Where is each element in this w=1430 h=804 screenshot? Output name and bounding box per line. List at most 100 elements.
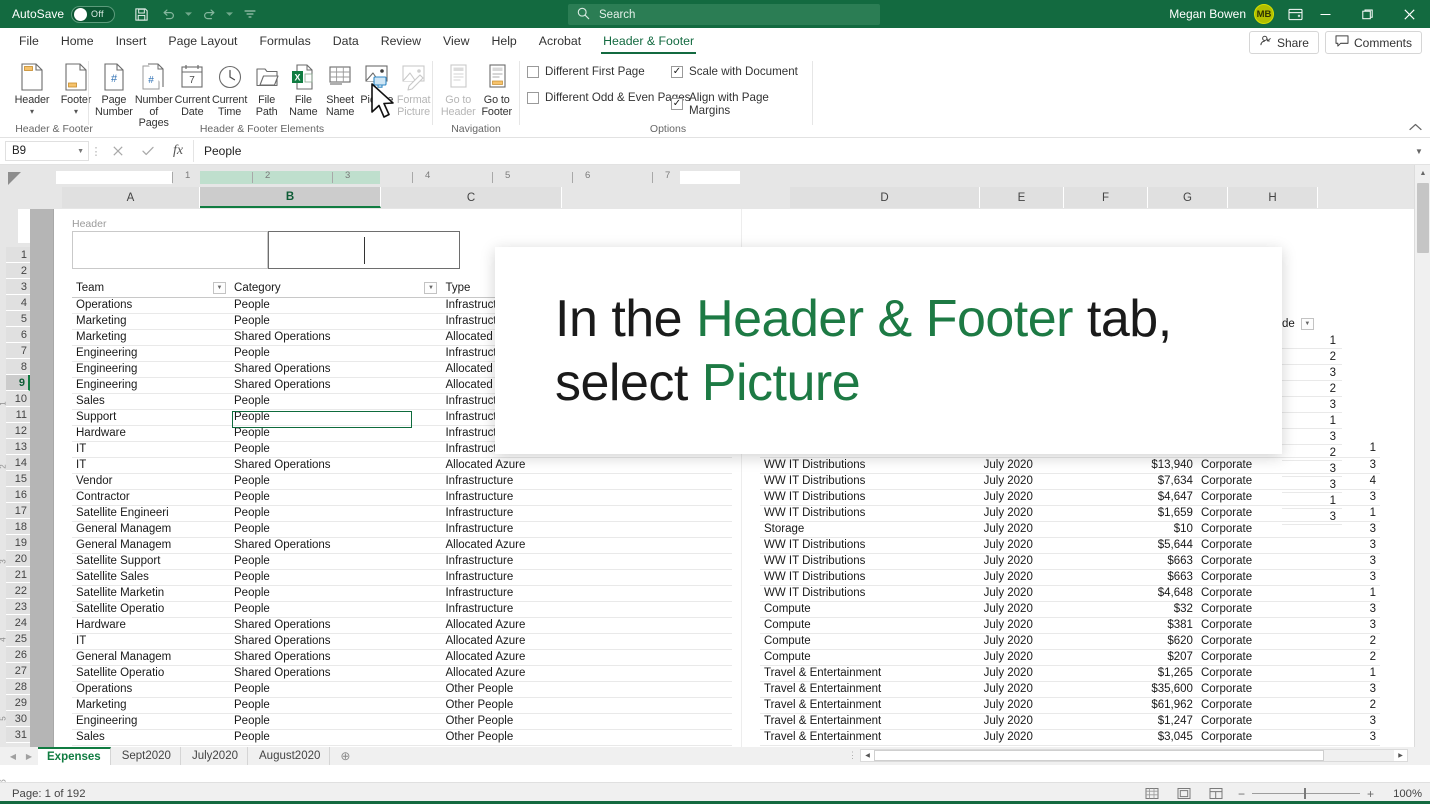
- autosave-control[interactable]: AutoSave Off: [12, 6, 115, 23]
- table-cell[interactable]: July 2020: [980, 521, 1106, 537]
- table-cell[interactable]: IT: [72, 633, 230, 649]
- table-cell[interactable]: WW IT Distributions: [760, 569, 980, 585]
- table-cell[interactable]: People: [230, 521, 441, 537]
- table-cell[interactable]: Infrastructure: [441, 553, 732, 569]
- table-cell[interactable]: People: [230, 553, 441, 569]
- table-row[interactable]: Satellite SupportPeopleInfrastructure: [72, 553, 732, 569]
- table-row[interactable]: ComputeJuly 2020$32Corporate3: [760, 601, 1380, 617]
- table-cell[interactable]: Other People: [441, 681, 732, 697]
- row-header-30[interactable]: 30: [6, 711, 30, 727]
- table-cell[interactable]: Shared Operations: [230, 329, 441, 345]
- table-cell[interactable]: Corporate: [1197, 617, 1311, 633]
- table-cell[interactable]: Corporate: [1197, 665, 1311, 681]
- table-cell[interactable]: July 2020: [980, 457, 1106, 473]
- expand-formula-bar-icon[interactable]: ▼: [1408, 147, 1430, 156]
- table-row[interactable]: ITShared OperationsAllocated Azure: [72, 457, 732, 473]
- row-header-16[interactable]: 16: [6, 487, 30, 503]
- table-row[interactable]: OperationsPeopleOther People: [72, 681, 732, 697]
- table-cell[interactable]: $4,647: [1105, 489, 1197, 505]
- table-cell[interactable]: People: [230, 313, 441, 329]
- file-path-button[interactable]: FilePath: [248, 59, 285, 120]
- table-cell[interactable]: Marketing: [72, 313, 230, 329]
- table-cell[interactable]: Sales: [72, 729, 230, 745]
- table-cell[interactable]: People: [230, 601, 441, 617]
- table-cell[interactable]: WW IT Distributions: [760, 457, 980, 473]
- table-cell[interactable]: Shared Operations: [230, 665, 441, 681]
- table-cell[interactable]: 3: [1282, 365, 1342, 381]
- table-cell[interactable]: July 2020: [980, 617, 1106, 633]
- table-cell[interactable]: General Managem: [72, 521, 230, 537]
- table-cell[interactable]: July 2020: [980, 553, 1106, 569]
- table-cell[interactable]: July 2020: [980, 537, 1106, 553]
- table-cell[interactable]: Other People: [441, 697, 732, 713]
- table-cell[interactable]: People: [230, 345, 441, 361]
- table-cell[interactable]: Infrastructure: [441, 505, 732, 521]
- table-cell[interactable]: July 2020: [980, 681, 1106, 697]
- table-cell[interactable]: Corporate: [1197, 681, 1311, 697]
- table-cell[interactable]: Infrastructure: [441, 601, 732, 617]
- column-header-e[interactable]: E: [980, 187, 1064, 208]
- table-row[interactable]: SalesPeopleOther People: [72, 729, 732, 745]
- table-row[interactable]: Satellite SalesPeopleInfrastructure: [72, 569, 732, 585]
- table-cell[interactable]: 1: [1282, 413, 1342, 429]
- select-all-corner[interactable]: [0, 165, 30, 209]
- undo-dropdown-caret-icon[interactable]: [183, 3, 194, 25]
- filter-dropdown-icon[interactable]: ▼: [213, 282, 226, 294]
- table-cell[interactable]: Travel & Entertainment: [760, 713, 980, 729]
- table-cell[interactable]: Shared Operations: [230, 377, 441, 393]
- sheet-tab-august2020[interactable]: August2020: [250, 747, 330, 765]
- table-cell[interactable]: Corporate: [1197, 649, 1311, 665]
- table-cell[interactable]: WW IT Distributions: [760, 585, 980, 601]
- row-header-18[interactable]: 18: [6, 519, 30, 535]
- table-cell[interactable]: $1,247: [1105, 713, 1197, 729]
- table-cell[interactable]: 3: [1311, 537, 1380, 553]
- table-cell[interactable]: $1,659: [1105, 505, 1197, 521]
- table-cell[interactable]: $61,962: [1105, 697, 1197, 713]
- table-cell[interactable]: July 2020: [980, 713, 1106, 729]
- table-cell[interactable]: July 2020: [980, 697, 1106, 713]
- table-cell[interactable]: People: [230, 729, 441, 745]
- previous-sheet-icon[interactable]: ◀: [6, 752, 20, 761]
- table-cell[interactable]: 3: [1311, 617, 1380, 633]
- table-cell[interactable]: People: [230, 393, 441, 409]
- column-header-h[interactable]: H: [1228, 187, 1318, 208]
- table-row[interactable]: ContractorPeopleInfrastructure: [72, 489, 732, 505]
- hscroll-right-icon[interactable]: ▶: [1394, 750, 1407, 761]
- table-cell[interactable]: WW IT Distributions: [760, 537, 980, 553]
- table-cell[interactable]: $3,045: [1105, 729, 1197, 745]
- table-cell[interactable]: 1: [1311, 665, 1380, 681]
- column-header-f[interactable]: F: [1064, 187, 1148, 208]
- column-header-a[interactable]: A: [62, 187, 200, 208]
- table-cell[interactable]: Marketing: [72, 329, 230, 345]
- table-cell[interactable]: Corporate: [1197, 697, 1311, 713]
- table-cell[interactable]: People: [230, 409, 441, 425]
- table-cell[interactable]: 2: [1311, 633, 1380, 649]
- table-cell[interactable]: General Managem: [72, 649, 230, 665]
- row-header-24[interactable]: 24: [6, 615, 30, 631]
- table-cell[interactable]: IT: [72, 457, 230, 473]
- table-cell[interactable]: Other People: [441, 729, 732, 745]
- table-cell[interactable]: Engineering: [72, 361, 230, 377]
- table-row[interactable]: Satellite MarketinPeopleInfrastructure: [72, 585, 732, 601]
- share-button[interactable]: Share: [1249, 31, 1319, 54]
- row-header-28[interactable]: 28: [6, 679, 30, 695]
- table-cell[interactable]: Travel & Entertainment: [760, 697, 980, 713]
- row-header-10[interactable]: 10: [6, 391, 30, 407]
- row-header-2[interactable]: 2: [6, 263, 30, 279]
- scroll-up-icon[interactable]: ▲: [1415, 165, 1430, 181]
- table-cell[interactable]: 2: [1311, 649, 1380, 665]
- horizontal-scrollbar[interactable]: ◀ ▶: [860, 749, 1408, 762]
- name-box-caret-icon[interactable]: ▼: [77, 148, 84, 155]
- table-cell[interactable]: July 2020: [980, 569, 1106, 585]
- row-header-22[interactable]: 22: [6, 583, 30, 599]
- header-left-section[interactable]: [72, 231, 268, 269]
- table-cell[interactable]: $10: [1105, 521, 1197, 537]
- table-cell[interactable]: $207: [1105, 649, 1197, 665]
- table-cell[interactable]: Satellite Operatio: [72, 665, 230, 681]
- table-cell[interactable]: 2: [1282, 381, 1342, 397]
- table-cell[interactable]: WW IT Distributions: [760, 489, 980, 505]
- redo-icon[interactable]: [197, 3, 221, 25]
- tab-file[interactable]: File: [8, 30, 50, 53]
- table-row[interactable]: VendorPeopleInfrastructure: [72, 473, 732, 489]
- table-row[interactable]: General ManagemShared OperationsAllocate…: [72, 649, 732, 665]
